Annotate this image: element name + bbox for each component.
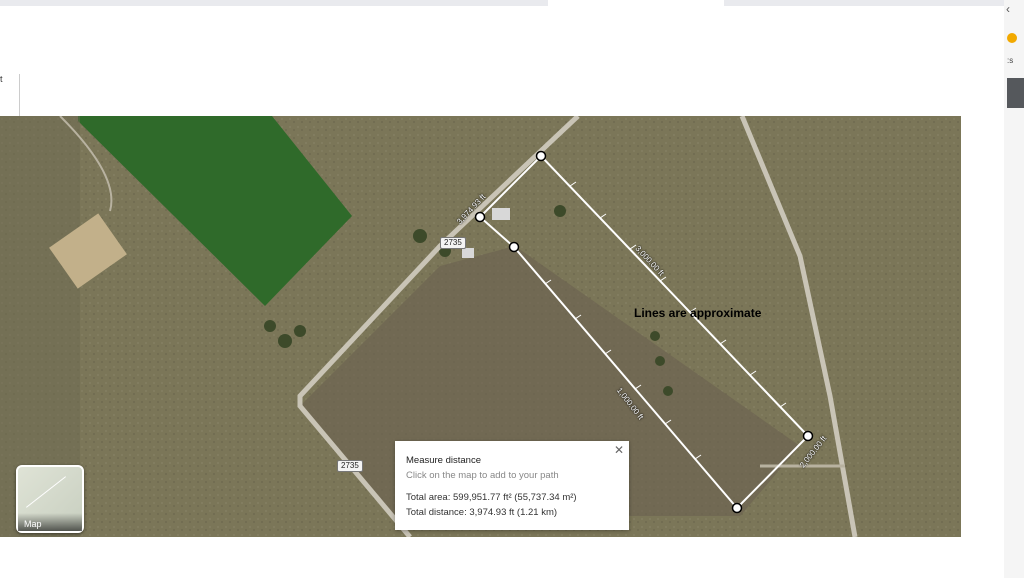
close-icon[interactable]: ✕ (614, 443, 624, 457)
side-text: :s (1007, 56, 1014, 65)
right-panel-strip: ‹ :s (1004, 0, 1024, 578)
panel-title: Measure distance (406, 455, 481, 466)
close-icon[interactable]: ‹ (1006, 2, 1010, 16)
status-dot-icon (1007, 33, 1017, 43)
total-distance: Total distance: 3,974.93 ft (1.21 km) (406, 507, 558, 518)
panel-hint: Click on the map to add to your path (406, 470, 559, 481)
map-type-label: Map (18, 513, 82, 531)
measure-distance-panel: ✕ Measure distance Click on the map to a… (395, 441, 629, 530)
dark-block (1007, 78, 1024, 108)
route-shield: 2735 (337, 460, 363, 472)
annotation-text: Lines are approximate (634, 306, 762, 320)
map-type-button[interactable]: Map (16, 465, 84, 533)
browser-top-bar (0, 0, 1024, 6)
active-tab[interactable] (548, 0, 724, 6)
route-shield: 2735 (440, 237, 466, 249)
total-area: Total area: 599,951.77 ft² (55,737.34 m²… (406, 492, 577, 503)
